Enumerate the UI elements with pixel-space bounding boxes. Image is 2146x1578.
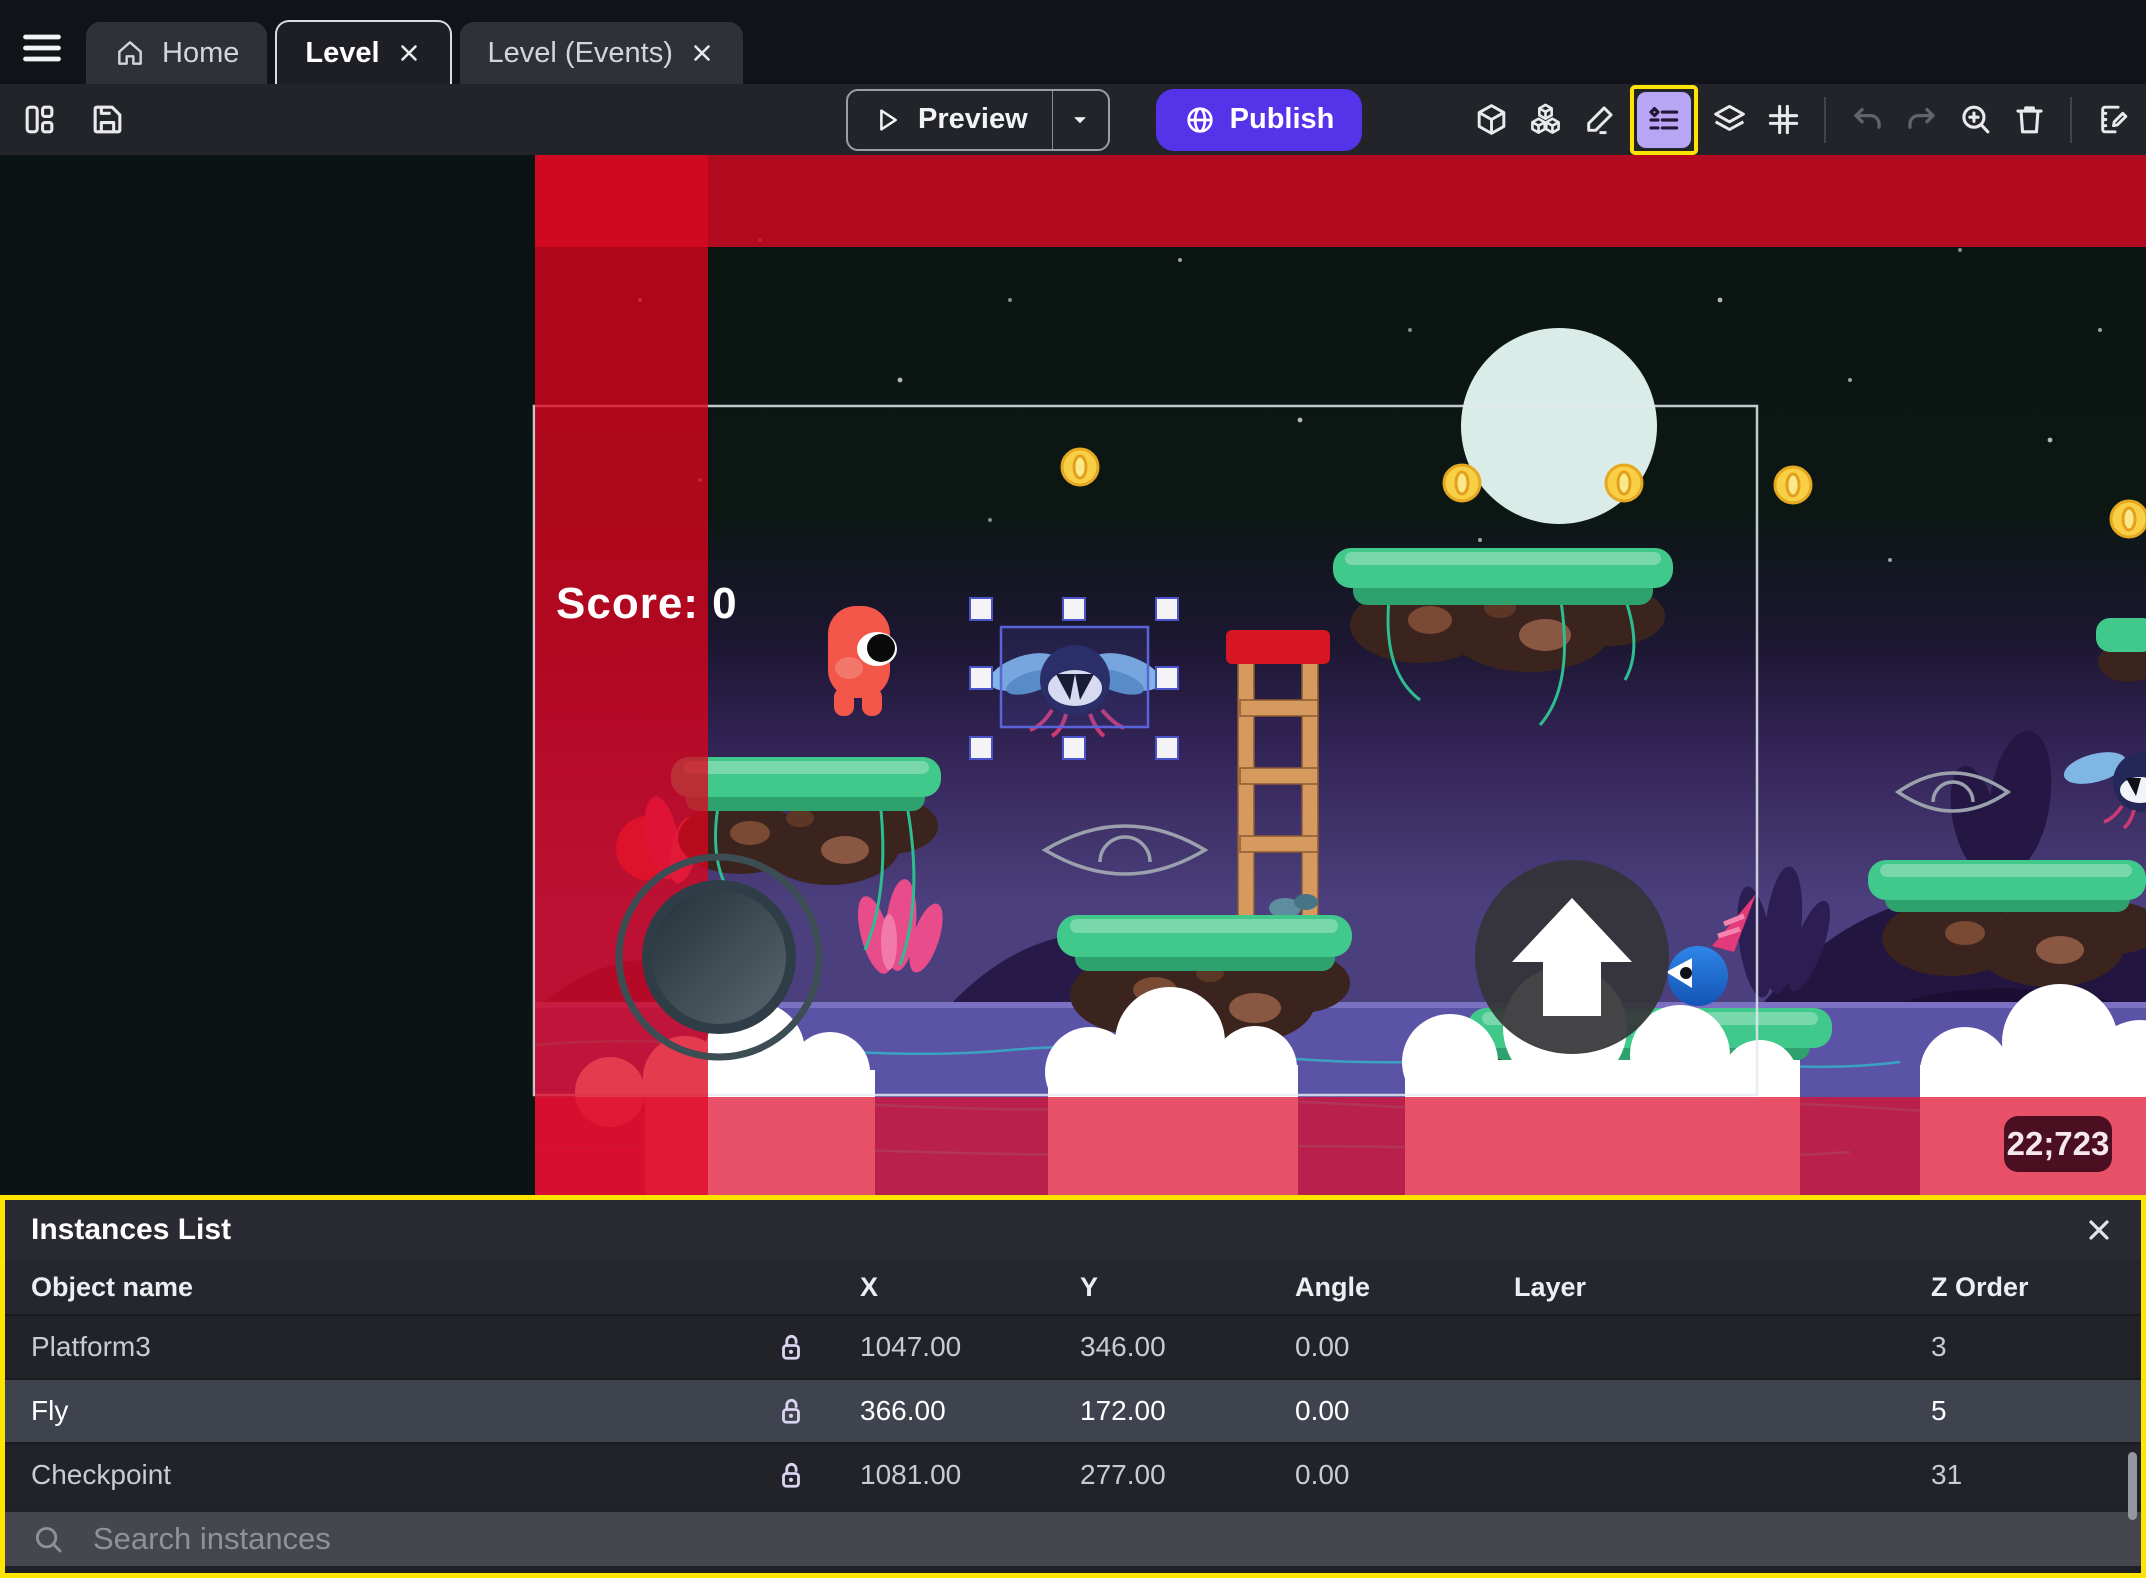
tab-level[interactable]: Level (275, 20, 452, 84)
tab-home[interactable]: Home (86, 22, 268, 84)
selection-rect[interactable] (999, 625, 1150, 729)
search-icon (31, 1522, 65, 1556)
objects-icon[interactable] (1522, 97, 1568, 143)
close-icon[interactable] (396, 40, 422, 66)
tab-label: Level (305, 36, 380, 69)
preview-dropdown-button[interactable] (1051, 90, 1108, 149)
tab-bar: Home Level Level (Events) (0, 0, 2146, 84)
lock-open-icon[interactable] (735, 1329, 847, 1365)
selection-handle[interactable] (1062, 597, 1086, 621)
toolbar: Preview Publish (0, 84, 2146, 155)
publish-button[interactable]: Publish (1155, 88, 1363, 151)
grid-icon[interactable] (1760, 97, 1806, 143)
instance-row[interactable]: Platform3 1047.00 346.00 0.00 3 (5, 1314, 2141, 1378)
platform-right-stub[interactable] (2096, 618, 2146, 682)
pencil-icon[interactable] (1576, 97, 1622, 143)
joystick-control[interactable] (615, 853, 823, 1061)
toolbar-divider (2070, 96, 2072, 143)
selection-handle[interactable] (1062, 736, 1086, 760)
preview-label: Preview (918, 103, 1028, 135)
selection-handle[interactable] (969, 666, 993, 690)
globe-icon (1184, 104, 1216, 136)
tab-label: Level (Events) (487, 36, 673, 69)
instance-angle[interactable]: 0.00 (1282, 1395, 1501, 1427)
instance-name[interactable]: Checkpoint (5, 1459, 735, 1491)
instance-y[interactable]: 172.00 (1067, 1395, 1282, 1427)
layout-icon[interactable] (16, 97, 62, 143)
column-y: Y (1080, 1271, 1099, 1302)
edit-scene-icon[interactable] (2090, 97, 2136, 143)
ladder-cap (1226, 630, 1330, 664)
close-icon[interactable] (689, 40, 715, 66)
lock-open-icon[interactable] (735, 1457, 847, 1493)
save-icon[interactable] (84, 97, 130, 143)
redo-icon[interactable] (1898, 97, 1944, 143)
instances-list-icon[interactable] (1637, 91, 1691, 148)
home-icon (114, 37, 146, 69)
column-object-name: Object name (31, 1271, 194, 1302)
instances-table-header: Object name X Y Angle Layer Z Order (5, 1260, 2141, 1314)
instances-list-highlight (1630, 84, 1698, 155)
trash-icon[interactable] (2006, 97, 2052, 143)
instance-angle[interactable]: 0.00 (1282, 1459, 1501, 1491)
layers-icon[interactable] (1706, 97, 1752, 143)
instance-z-order[interactable]: 5 (1918, 1395, 2141, 1427)
scrollbar-thumb[interactable] (2128, 1452, 2137, 1520)
cursor-coordinates-badge: 22;723 (2004, 1116, 2112, 1172)
instance-z-order[interactable]: 31 (1918, 1459, 2141, 1491)
instance-x[interactable]: 366.00 (847, 1395, 1067, 1427)
instances-table-body: Platform3 1047.00 346.00 0.00 3 Fly 366.… (5, 1314, 2141, 1506)
tab-level-events[interactable]: Level (Events) (459, 22, 743, 84)
undo-icon[interactable] (1844, 97, 1890, 143)
selection-handle[interactable] (1155, 736, 1179, 760)
instance-name[interactable]: Platform3 (5, 1331, 735, 1363)
selection-handle[interactable] (1155, 597, 1179, 621)
lock-open-icon[interactable] (735, 1393, 847, 1429)
column-angle: Angle (1295, 1271, 1371, 1302)
instance-y[interactable]: 346.00 (1067, 1331, 1282, 1363)
instance-x[interactable]: 1081.00 (847, 1459, 1067, 1491)
zoom-in-icon[interactable] (1952, 97, 1998, 143)
jump-button[interactable] (1475, 860, 1669, 1054)
platform-right[interactable] (1868, 860, 2146, 987)
selection-handle[interactable] (969, 597, 993, 621)
caret-down-icon (1067, 107, 1093, 133)
instance-row[interactable]: Checkpoint 1081.00 277.00 0.00 31 (5, 1442, 2141, 1506)
selection-handle[interactable] (1155, 666, 1179, 690)
instances-search-bar (5, 1512, 2141, 1566)
column-z-order: Z Order (1931, 1271, 2029, 1302)
instance-row[interactable]: Fly 366.00 172.00 0.00 5 (5, 1378, 2141, 1442)
instance-z-order[interactable]: 3 (1918, 1331, 2141, 1363)
instances-panel: Instances List Object name X Y Angle Lay… (0, 1195, 2146, 1578)
instance-name[interactable]: Fly (5, 1395, 735, 1427)
scene-canvas[interactable]: Score: 0 22;723 (0, 155, 2146, 1195)
score-hud-text: Score: 0 (556, 579, 738, 628)
column-layer: Layer (1514, 1271, 1587, 1302)
menu-icon[interactable] (20, 26, 64, 62)
box-3d-icon[interactable] (1468, 97, 1514, 143)
publish-label: Publish (1229, 103, 1335, 135)
close-icon[interactable] (2083, 1214, 2115, 1246)
game-scene (532, 155, 2146, 1195)
column-x: X (860, 1271, 879, 1302)
instance-x[interactable]: 1047.00 (847, 1331, 1067, 1363)
instances-panel-title: Instances List (31, 1213, 232, 1246)
selection-handle[interactable] (969, 736, 993, 760)
instance-y[interactable]: 277.00 (1067, 1459, 1282, 1491)
instance-angle[interactable]: 0.00 (1282, 1331, 1501, 1363)
toolbar-divider (1824, 96, 1826, 143)
tab-label: Home (162, 36, 240, 69)
search-instances-input[interactable] (93, 1521, 2115, 1557)
play-icon (872, 105, 902, 135)
preview-button[interactable]: Preview (846, 88, 1110, 151)
